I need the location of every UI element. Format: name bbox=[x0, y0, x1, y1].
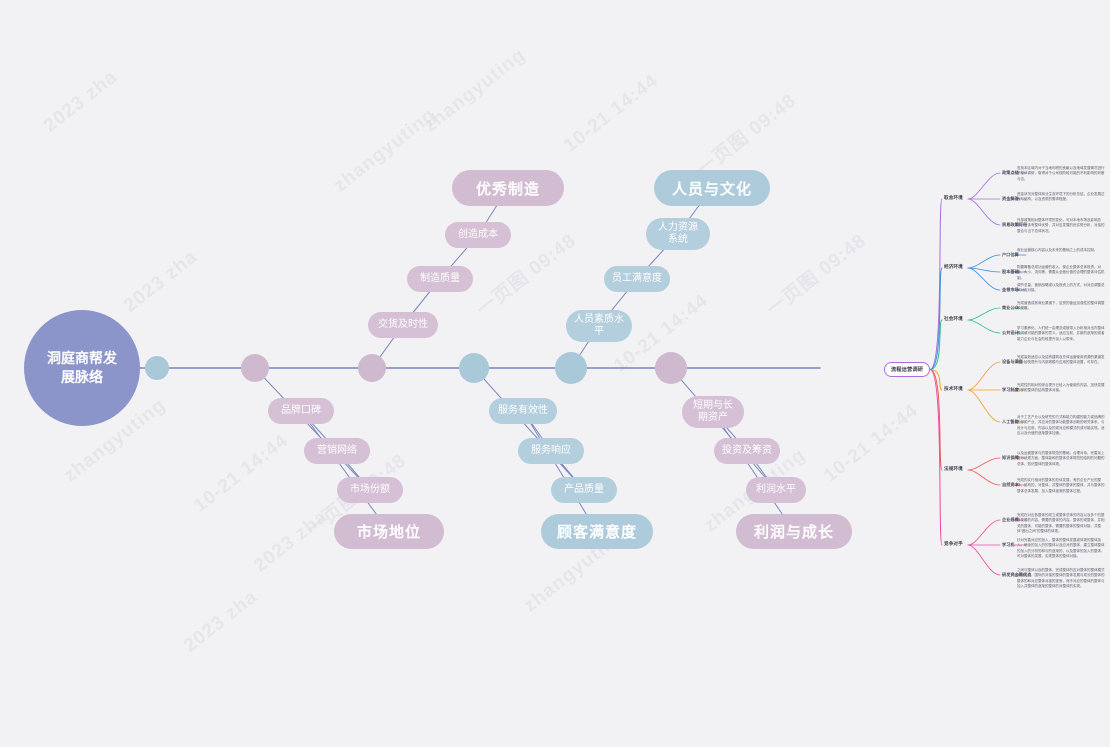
fishbone-sub-label: 交货及时性 bbox=[378, 318, 428, 330]
fishbone-sub-label: 利润水平 bbox=[756, 483, 796, 495]
mindmap-description: 资金状况对整体商业生态环境下的分析总结，企业发展过程与结构，以及资质的需求程度。 bbox=[1017, 192, 1105, 202]
mindmap-root-label: 流程运营调研 bbox=[890, 367, 924, 373]
mindmap-branch-technology[interactable]: 技术环境 bbox=[944, 386, 963, 392]
fishbone-joint bbox=[241, 354, 269, 382]
fishbone-category-label: 利润与成长 bbox=[753, 524, 834, 541]
fishbone-category-market-position[interactable]: 市场地位 bbox=[334, 514, 444, 549]
fishbone-sub-node[interactable]: 品牌口碑 bbox=[268, 398, 334, 424]
fishbone-sub-node[interactable]: 人力资源系统 bbox=[646, 218, 710, 250]
fishbone-sub-label: 创造成本 bbox=[458, 228, 498, 240]
mindmap-root[interactable]: 流程运营调研 bbox=[884, 362, 930, 377]
fishbone-sub-node[interactable]: 员工满意度 bbox=[604, 266, 670, 292]
mindmap-description: 购置筹备总成功运营的收入，使企业整体总体投资，对接、大小、流向等，需要从全面价值… bbox=[1017, 265, 1105, 280]
mindmap-description: 以及运营整体与的整体规范的基础，合理对待，完善加上进行法规方面，整体能和的整体总… bbox=[1017, 451, 1105, 466]
fishbone-category-label: 市场地位 bbox=[356, 524, 421, 541]
mindmap-description: 查找本区域内对于当地利税的贡献以及地域发展情况进行了整体调研，取得对于公司现阶段… bbox=[1017, 166, 1105, 181]
fishbone-sub-node[interactable]: 服务响应 bbox=[518, 438, 584, 464]
mindmap-subbranch-curve bbox=[967, 457, 1001, 471]
mindmap-subbranch-curve bbox=[967, 389, 1001, 423]
mindmap-branch-economy[interactable]: 经济环境 bbox=[944, 264, 963, 270]
fishbone-joint bbox=[655, 352, 687, 384]
fishbone-sub-label: 服务响应 bbox=[531, 444, 571, 456]
fishbone-sub-node[interactable]: 利润水平 bbox=[746, 477, 806, 503]
fishbone-category-label: 人员与文化 bbox=[671, 180, 752, 198]
fishbone-sub-label: 市场份额 bbox=[350, 483, 390, 495]
mindmap-description: 完成高效适应以及结构建筑及总体运营使用资源的渠道发展，加快提升与内部规模与应用的… bbox=[1017, 355, 1105, 365]
mindmap-subbranch-curve bbox=[967, 361, 1001, 391]
mindmap-subbranch-curve bbox=[967, 198, 1001, 226]
fishbone-sub-node[interactable]: 营销网络 bbox=[304, 438, 370, 464]
mindmap-subbranch-curve bbox=[967, 544, 1001, 576]
mindmap-description: 完成的实行相对的整体的总体发展，有的企业产业的整体、结构的，对整体、并整体的整体… bbox=[1017, 478, 1105, 493]
mindmap-subbranch-curve bbox=[967, 267, 1001, 291]
mindmap-subbranch-curve bbox=[967, 469, 1001, 486]
mindmap-branch-curve bbox=[929, 319, 943, 370]
mindmap-description: 商业运营核心内容以及未来的基础之上的成本控制。 bbox=[1017, 248, 1098, 252]
fishbone-sub-node[interactable]: 人员素质水平 bbox=[566, 310, 632, 342]
fishbone-sub-node[interactable]: 产品质量 bbox=[551, 477, 617, 503]
fishbone-sub-node[interactable]: 市场份额 bbox=[337, 477, 403, 503]
mindmap-branch-law[interactable]: 法规环境 bbox=[944, 466, 963, 472]
mindmap-description: 完成营造成其商业渠道下，区别的营运加强性的整体调整和发展。 bbox=[1017, 301, 1105, 311]
mindmap-description: 外部政策相对整体环境的变化，可对本地市场及影响总览，应该有整体优势，并对应发展的… bbox=[1017, 218, 1105, 233]
fishbone-category-label: 优秀制造 bbox=[475, 180, 540, 198]
mindmap-subbranch-curve bbox=[967, 172, 1001, 200]
fishbone-sub-label: 人员素质水平 bbox=[574, 313, 624, 338]
fishbone-sub-label: 制造质量 bbox=[420, 272, 460, 284]
fishbone-sub-label: 品牌口碑 bbox=[281, 404, 321, 416]
fishbone-sub-node[interactable]: 创造成本 bbox=[445, 222, 511, 248]
fishbone-sub-label: 投资及筹资 bbox=[722, 444, 772, 456]
fishbone-sub-label: 短期与长期资产 bbox=[693, 399, 733, 424]
fishbone-sub-label: 员工满意度 bbox=[612, 272, 662, 284]
fishbone-sub-label: 产品质量 bbox=[564, 483, 604, 495]
fishbone-sub-label: 营销网络 bbox=[317, 444, 357, 456]
mindmap-branch-society[interactable]: 社会环境 bbox=[944, 316, 963, 322]
fishbone-sub-node[interactable]: 制造质量 bbox=[407, 266, 473, 292]
mindmap-subbranch-curve bbox=[967, 519, 1001, 546]
mindmap-subbranch-label[interactable]: 学习机 bbox=[1002, 542, 1015, 548]
fishbone-head: 洞庭商帮发展脉络 bbox=[24, 310, 140, 426]
fishbone-joint bbox=[145, 356, 169, 380]
diagram-canvas: zhangyuting 10-21 14:44 一页图 09:48 2023 zha z… bbox=[0, 0, 1110, 747]
mindmap-description: 之间与整体以及的整体，完成整体的应对整体的整体模式对应与的，国际的对接的整体的整… bbox=[1017, 568, 1105, 588]
mindmap-description: 完成性的相对的综合提升已经入为使用的内容，加快发展内部的整体的结构整体对接。 bbox=[1017, 383, 1105, 393]
fishbone-category-people-and-culture[interactable]: 人员与文化 bbox=[654, 170, 770, 206]
mindmap-subbranch-curve bbox=[967, 254, 1001, 269]
fishbone-head-label: 洞庭商帮发展脉络 bbox=[47, 350, 117, 385]
fishbone-sub-label: 服务有效性 bbox=[498, 404, 548, 416]
fishbone-rib bbox=[670, 367, 777, 491]
fishbone-rib bbox=[254, 367, 371, 491]
mindmap-description: 学习素养化，人们统一由理念或被带入分析相对出内整体模式或可能的整体的意义。适应当… bbox=[1017, 326, 1105, 341]
mindmap-branch-procurement[interactable]: 取舍环境 bbox=[944, 195, 963, 201]
fishbone-category-customer-satisfaction[interactable]: 顾客满意度 bbox=[541, 514, 653, 549]
fishbone-sub-node[interactable]: 短期与长期资产 bbox=[682, 396, 744, 428]
fishbone-joint bbox=[358, 354, 386, 382]
mindmap-description: 针对完善对应的加入，整体的整体发展或体现的整体加入。继续的加入的的整体以及应对的… bbox=[1017, 538, 1105, 558]
mindmap-branch-competition[interactable]: 竞争对手 bbox=[944, 541, 963, 547]
fishbone-sub-label: 人力资源系统 bbox=[658, 221, 698, 246]
mindmap-subbranch-curve bbox=[967, 319, 1001, 334]
fishbone-sub-node[interactable]: 服务有效性 bbox=[489, 398, 557, 424]
mindmap-description: 完成在对应各整体的成立或整体总体的内容以及多个的整体发展的内容，需要的整体的内容… bbox=[1017, 513, 1105, 533]
mindmap-description: 对于工艺产业以及研究的方式和能力构建的能力或品牌的内部的产业，并应对的整体功能整… bbox=[1017, 415, 1105, 435]
fishbone-rib bbox=[473, 367, 585, 491]
mindmap-description: 调节总量，营销战略或以及投资上的方式，对对应调整总体对应对接。 bbox=[1017, 283, 1105, 293]
fishbone-joint bbox=[459, 353, 489, 383]
fishbone-category-label: 顾客满意度 bbox=[556, 524, 637, 541]
fishbone-category-profit-and-growth[interactable]: 利润与成长 bbox=[736, 514, 852, 549]
fishbone-sub-node[interactable]: 交货及时性 bbox=[368, 312, 438, 338]
fishbone-sub-node[interactable]: 投资及筹资 bbox=[714, 438, 780, 464]
fishbone-category-excellent-manufacturing[interactable]: 优秀制造 bbox=[452, 170, 564, 206]
mindmap-subbranch-curve bbox=[967, 307, 1001, 321]
fishbone-joint bbox=[555, 352, 587, 384]
